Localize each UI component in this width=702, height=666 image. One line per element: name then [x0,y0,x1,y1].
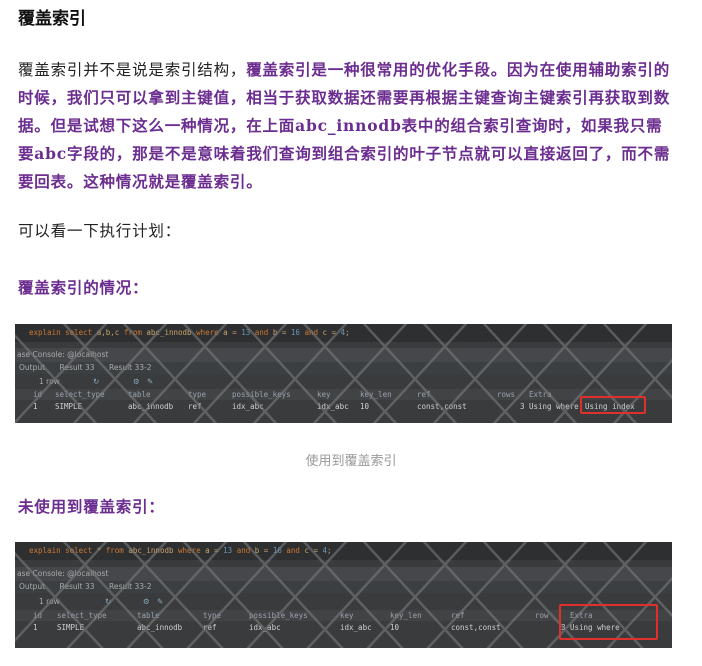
col-id: id [33,611,43,620]
image-caption: 使用到覆盖索引 [305,454,397,469]
col-type: type [203,611,222,620]
result-header-row: id select_type table type possible_keys … [15,389,672,400]
section-title-not-covering: 未使用到覆盖索引： [18,497,165,516]
tab-result-33[interactable]: Result 33 [59,582,94,591]
col-id: id [33,390,43,399]
article-paragraph: 覆盖索引并不是说是索引结构，覆盖索引是一种很常用的优化手段。因为在使用辅助索引的… [18,56,678,196]
col-select-type: select_type [57,611,107,620]
explain-screenshot-covering: explain select a,b,c from abc_innodb whe… [15,324,672,423]
table-row: 1 SIMPLE abc_innodb ref idx_abc idx_abc … [33,402,635,411]
tab-output[interactable]: Output [19,582,45,591]
col-type: type [188,390,207,399]
console-title: ase Console: @localhost [15,348,672,362]
tab-output[interactable]: Output [19,363,45,372]
explain-screenshot-not-covering: explain select * from abc_innodb where a… [15,542,672,648]
col-key-len: key_len [360,390,392,399]
highlight-using-index-box [580,396,646,414]
col-possible-keys: possible_keys [232,390,291,399]
pin-icon[interactable]: ✎ [147,376,153,388]
pin-icon[interactable]: ✎ [157,596,163,608]
result-tabs: Output Result 33 Result 33-2 [15,362,672,374]
row-count: 1 row [39,597,60,606]
col-rows: row [535,611,549,620]
article-heading: 覆盖索引 [18,9,86,29]
sql-query-line: explain select * from abc_innodb where a… [15,542,672,560]
col-rows: rows [497,390,516,399]
col-key: key [340,611,354,620]
row-count: 1 row [39,377,60,386]
console-title: ase Console: @localhost [15,567,672,581]
paragraph-highlight-text: 覆盖索引是一种很常用的优化手段。因为在使用辅助索引的时候，我们只可以拿到主键值，… [18,60,671,191]
paragraph-plain-text: 覆盖索引并不是说是索引结构， [18,61,247,79]
refresh-icon[interactable]: ↻ [105,596,111,608]
col-key-len: key_len [390,611,422,620]
col-ref: ref [451,611,465,620]
col-select-type: select_type [55,390,105,399]
result-toolbar: 1 row ↻ ⚙ ✎ [15,376,672,388]
col-key: key [317,390,331,399]
settings-icon[interactable]: ⚙ [143,596,150,608]
section-title-covering: 覆盖索引的情况： [18,278,149,297]
settings-icon[interactable]: ⚙ [133,376,140,388]
col-table: table [128,390,151,399]
col-table: table [137,611,160,620]
tab-result-33[interactable]: Result 33 [59,363,94,372]
tab-result-33-2[interactable]: Result 33-2 [109,582,152,591]
result-tabs: Output Result 33 Result 33-2 [15,581,672,593]
plan-intro-text: 可以看一下执行计划： [18,222,182,240]
col-extra: Extra [529,390,552,399]
col-possible-keys: possible_keys [249,611,308,620]
refresh-icon[interactable]: ↻ [93,376,99,388]
sql-query-line: explain select a,b,c from abc_innodb whe… [15,324,672,342]
col-ref: ref [417,390,431,399]
tab-result-33-2[interactable]: Result 33-2 [109,363,152,372]
highlight-extra-column-box [559,604,658,640]
